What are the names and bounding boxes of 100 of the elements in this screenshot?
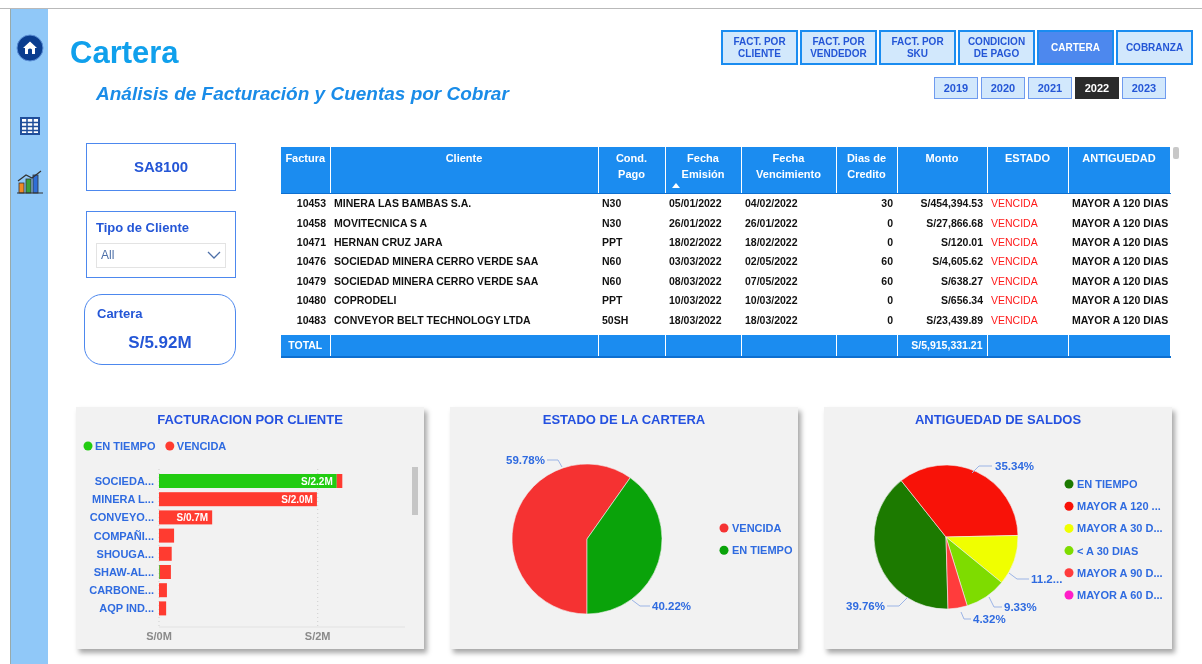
year-button[interactable]: 2021 xyxy=(1028,77,1072,99)
table-cell-text: 10/03/2022 xyxy=(668,293,723,309)
table-cell-text: 0 xyxy=(886,312,894,328)
category-label: SHOUGA... xyxy=(96,547,154,560)
data-label: S/2.2M xyxy=(301,476,333,487)
bar-chart-icon[interactable] xyxy=(15,170,44,194)
nav-button[interactable]: COBRANZA xyxy=(1116,30,1193,65)
legend-item: VENCIDA xyxy=(165,440,227,452)
table-cell-text: 26/01/2022 xyxy=(668,215,723,231)
table-cell-text: MAYOR A 120 DIAS xyxy=(1071,215,1170,231)
table-cell-text: MAYOR A 120 DIAS xyxy=(1071,234,1170,250)
chevron-down-icon xyxy=(207,251,221,259)
table-cell-text: S/27,866.68 xyxy=(925,215,984,231)
table-cell-text: 04/02/2022 xyxy=(744,196,799,212)
column-header[interactable]: Dias de Credito xyxy=(836,147,897,193)
nav-button[interactable]: CARTERA xyxy=(1037,30,1114,65)
data-label: S/2.0M xyxy=(281,494,313,506)
table-cell-text: 60 xyxy=(880,273,894,289)
year-button[interactable]: 2023 xyxy=(1122,77,1166,99)
page-subtitle: Análisis de Facturación y Cuentas por Cobrar xyxy=(96,82,509,106)
table-cell-text: 18/02/2022 xyxy=(668,234,723,250)
table-cell-text: N60 xyxy=(601,254,623,270)
table-cell-text: 60 xyxy=(880,254,894,270)
leader-line xyxy=(988,596,1003,608)
legend-label: VENCIDA xyxy=(732,522,782,534)
legend-label: EN TIEMPO xyxy=(1077,478,1138,490)
table-cell-text: 07/05/2022 xyxy=(744,273,799,289)
filter-label: Tipo de Cliente xyxy=(96,219,190,237)
data-label: 9.33% xyxy=(1004,601,1037,613)
bar xyxy=(159,601,167,616)
nav-button[interactable]: FACT. POR CLIENTE xyxy=(721,30,798,65)
table-cell-text: MAYOR A 120 DIAS xyxy=(1071,293,1170,309)
scrollbar[interactable] xyxy=(412,467,418,515)
category-label: MINERA L... xyxy=(92,493,154,506)
table-icon[interactable] xyxy=(19,117,40,135)
category-label: SHAW-AL... xyxy=(93,566,154,578)
table-cell-text: 10/03/2022 xyxy=(744,293,799,309)
table-cell-text: 0 xyxy=(886,215,894,231)
chart-title: ANTIGUEDAD DE SALDOS xyxy=(914,412,1082,427)
table-cell-text: MOVITECNICA S A xyxy=(333,215,429,231)
table-cell-text: S/454,394.53 xyxy=(919,196,984,212)
table-cell-text: MAYOR A 120 DIAS xyxy=(1071,254,1170,270)
axis-tick-label: S/0M xyxy=(146,630,172,642)
table-cell-text: 50SH xyxy=(601,312,630,328)
table-cell-text: 18/03/2022 xyxy=(668,312,723,328)
bar xyxy=(159,583,167,598)
category-label: SOCIEDA... xyxy=(94,475,154,487)
table-cell-text: N30 xyxy=(601,215,623,231)
category-label: CARBONE... xyxy=(89,584,154,597)
column-header[interactable]: Fecha Emisión xyxy=(665,147,741,193)
column-header[interactable]: Monto xyxy=(897,147,987,193)
column-header[interactable]: Factura xyxy=(281,147,330,193)
total-label: TOTAL xyxy=(281,334,330,357)
table-cell-text: VENCIDA xyxy=(990,196,1039,212)
table-cell-text: PPT xyxy=(601,234,624,250)
table-cell-text: VENCIDA xyxy=(990,215,1039,231)
column-header[interactable]: ESTADO xyxy=(987,147,1068,193)
table-cell-text: 18/03/2022 xyxy=(744,312,799,328)
table-cell-text: 10453 xyxy=(295,196,327,212)
table-cell-text: VENCIDA xyxy=(990,234,1039,250)
column-header[interactable]: Fecha Vencimiento xyxy=(741,147,836,193)
category-label: COMPAÑI... xyxy=(93,529,154,542)
legend-item: MAYOR A 30 D... xyxy=(1064,522,1163,535)
table-cell-text: SOCIEDAD MINERA CERRO VERDE SAA xyxy=(333,254,540,270)
leader-line xyxy=(546,459,563,468)
year-button[interactable]: 2020 xyxy=(981,77,1025,99)
legend-item: MAYOR A 120 ... xyxy=(1064,500,1161,513)
nav-button[interactable]: FACT. POR VENDEDOR xyxy=(800,30,877,65)
legend-label: EN TIEMPO xyxy=(95,440,156,452)
legend-item: EN TIEMPO xyxy=(1064,478,1138,490)
year-button[interactable]: 2019 xyxy=(934,77,978,99)
legend-label: EN TIEMPO xyxy=(732,544,793,557)
legend-label: VENCIDA xyxy=(176,440,227,452)
table-cell-text: MAYOR A 120 DIAS xyxy=(1071,273,1170,289)
column-header[interactable]: Cliente xyxy=(330,147,598,193)
client-type-dropdown[interactable]: All xyxy=(96,242,226,268)
chart-title: FACTURACION POR CLIENTE xyxy=(157,412,343,427)
year-button[interactable]: 2022 xyxy=(1075,77,1119,99)
table-cell-text: 05/01/2022 xyxy=(668,196,723,212)
kpi-value: S/5.92M xyxy=(127,331,193,354)
column-header[interactable]: ANTIGUEDAD xyxy=(1068,147,1170,193)
bar xyxy=(159,546,172,561)
table-cell-text: N60 xyxy=(601,273,623,289)
column-header[interactable]: Cond. Pago xyxy=(598,147,665,193)
table-cell-text: MAYOR A 120 DIAS xyxy=(1071,196,1170,212)
leader-line xyxy=(886,596,909,607)
nav-button[interactable]: CONDICION DE PAGO xyxy=(958,30,1035,65)
table-cell-text: COPRODELI xyxy=(333,293,398,309)
table-cell-text: 10483 xyxy=(295,312,327,328)
table-cell-text: MINERA LAS BAMBAS S.A. xyxy=(333,196,473,212)
home-icon[interactable] xyxy=(15,34,44,62)
data-label: S/0.7M xyxy=(176,512,209,524)
scrollbar[interactable] xyxy=(1173,147,1179,159)
legend-item: EN TIEMPO xyxy=(719,544,793,557)
table-cell-text: 10458 xyxy=(295,215,327,231)
legend-item: MAYOR A 90 D... xyxy=(1064,566,1163,579)
nav-button[interactable]: FACT. POR SKU xyxy=(879,30,956,65)
legend-item: VENCIDA xyxy=(719,522,782,534)
table-cell-text: 08/03/2022 xyxy=(668,273,723,289)
legend-item: < A 30 DIAS xyxy=(1064,544,1139,557)
